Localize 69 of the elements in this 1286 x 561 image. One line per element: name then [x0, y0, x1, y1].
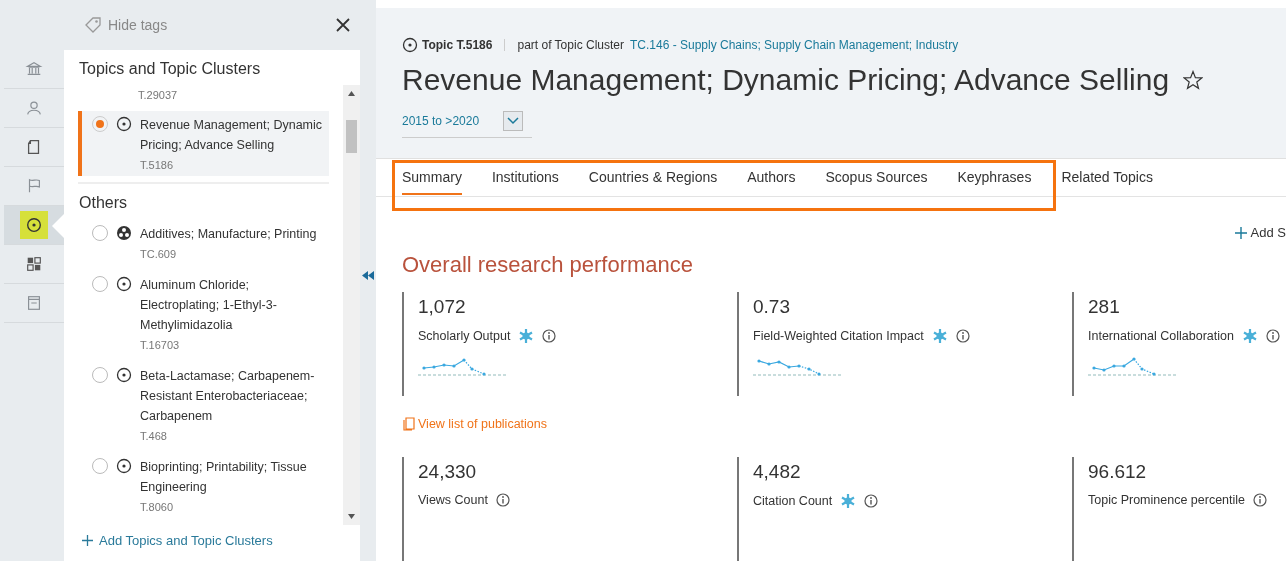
info-icon[interactable]: [542, 329, 557, 343]
info-icon[interactable]: [1265, 329, 1280, 343]
target-icon[interactable]: [4, 206, 64, 245]
tag-icon: [84, 16, 102, 34]
page-title: Revenue Management; Dynamic Pricing; Advance Selling: [402, 63, 1170, 97]
target-icon: [116, 116, 132, 132]
section-title: Overall research performance: [401, 251, 694, 279]
metric-label: International Collaboration: [1088, 329, 1234, 343]
metric-value: 24,330: [418, 461, 478, 483]
target-icon: [116, 367, 132, 383]
topic-item[interactable]: Bioprinting; Printability; Tissue Engineering T.8060: [78, 453, 329, 518]
target-icon: [402, 37, 418, 53]
panel-title: Topics and Topic Clusters: [78, 59, 262, 79]
cluster-link[interactable]: TC.146 - Supply Chains; Supply Chain Management; Industry: [630, 37, 959, 52]
collapse-icon[interactable]: [362, 268, 374, 283]
metric-value: 1,072: [418, 296, 467, 318]
topic-code: TC.609: [140, 247, 178, 261]
info-icon[interactable]: [1253, 493, 1268, 507]
topic-code: T.5186: [140, 158, 175, 172]
metric-value: 281: [1088, 296, 1121, 318]
metric-value: 96.612: [1088, 461, 1148, 483]
info-icon[interactable]: [864, 494, 879, 508]
info-icon[interactable]: [495, 493, 510, 507]
metric-value: 0.73: [753, 296, 791, 318]
topic-code: T.8060: [140, 500, 175, 514]
star-icon[interactable]: [1183, 70, 1204, 90]
topic-name: Aluminum Chloride; Electroplating; 1-Ethyl-3-Methylimidazolia: [140, 277, 278, 334]
topic-label: Topic T.5186: [402, 36, 493, 53]
add-link[interactable]: Add S: [1234, 225, 1286, 240]
metric-label: Views Count: [418, 493, 488, 507]
plus-icon: [1234, 226, 1247, 239]
section-heading: Others: [78, 182, 329, 220]
topic-item[interactable]: Revenue Management; Dynamic Pricing; Advance Selling T.5186: [78, 111, 329, 176]
date-range-dropdown[interactable]: 2015 to >2020: [402, 111, 532, 138]
scrollbar[interactable]: [343, 85, 360, 525]
target-icon: [116, 458, 132, 474]
metric-label: Field-Weighted Citation Impact: [753, 329, 924, 343]
document-icon: [402, 416, 416, 431]
tab[interactable]: Scopus Sources: [825, 160, 928, 195]
metric-value: 4,482: [753, 461, 802, 483]
metric-label: Citation Count: [753, 494, 833, 508]
scroll-down-icon[interactable]: [348, 514, 355, 519]
tab[interactable]: Authors: [747, 160, 796, 195]
topic-name: Bioprinting; Printability; Tissue Engineering: [140, 459, 308, 496]
target-icon: [116, 276, 132, 292]
info-icon[interactable]: [955, 329, 970, 343]
topic-code: T.16703: [140, 338, 181, 352]
topic-name: Beta-Lactamase; Carbapenem-Resistant Enterobacteriaceae; Carbapenem: [140, 368, 316, 425]
tab[interactable]: Summary: [402, 160, 462, 195]
part-of-text: part of Topic Cluster: [517, 37, 624, 52]
scroll-up-icon[interactable]: [348, 91, 355, 96]
plus-icon: [82, 535, 93, 546]
tab[interactable]: Keyphrases: [957, 160, 1032, 195]
topic-code: T.29037: [138, 89, 178, 101]
cluster-icon: [116, 225, 132, 241]
tab[interactable]: Related Topics: [1061, 160, 1153, 195]
tab[interactable]: Institutions: [491, 160, 559, 195]
scroll-thumb[interactable]: [346, 120, 357, 153]
tab[interactable]: Countries & Regions: [588, 160, 718, 195]
metric-label: Topic Prominence percentile: [1088, 493, 1246, 507]
topic-name: Revenue Management; Dynamic Pricing; Advance Selling: [140, 117, 324, 154]
topic-item[interactable]: Aluminum Chloride; Electroplating; 1-Ethyl-3-Methylimidazolia T.16703: [78, 271, 329, 356]
topic-item[interactable]: Beta-Lactamase; Carbapenem-Resistant Enterobacteriaceae; Carbapenem T.468: [78, 362, 329, 447]
topic-name: Additives; Manufacture; Printing: [140, 226, 317, 243]
topic-item[interactable]: Additives; Manufacture; Printing TC.609: [78, 220, 329, 265]
topic-code: T.468: [140, 429, 168, 443]
add-topics-link[interactable]: Add Topics and Topic Clusters: [78, 525, 360, 556]
metric-label: Scholarly Output: [418, 329, 511, 343]
chevron-down-icon: [507, 117, 520, 125]
